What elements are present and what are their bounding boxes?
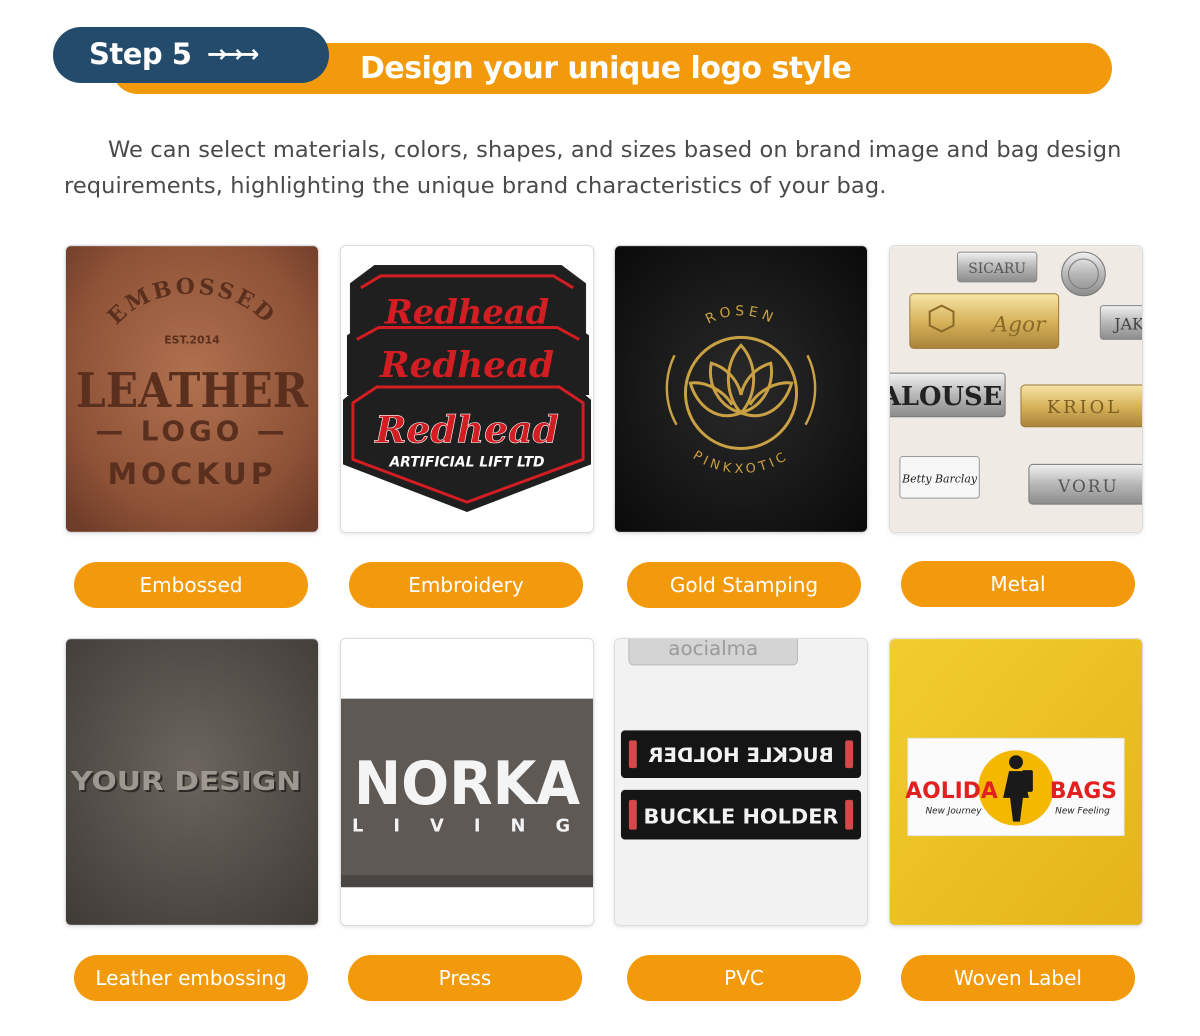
- step-title: Design your unique logo style: [360, 51, 852, 86]
- pvc-main-text: BUCKLE HOLDER: [644, 805, 839, 829]
- label-press: Press: [348, 955, 582, 1001]
- label-embossed: Embossed: [74, 562, 308, 608]
- leather-embossing-image: YOUR DESIGN YOUR DESIGN: [65, 638, 319, 926]
- metal-image: SICARU Agor JAK ALOUSE KRIOL Betty Barcl…: [889, 245, 1143, 533]
- metal-jak-text: JAK: [1112, 314, 1142, 333]
- metal-alouse-text: ALOUSE: [890, 382, 1002, 412]
- woven-sub1-text: New Journey: [925, 807, 982, 817]
- woven-right-text: BAGS: [1050, 779, 1117, 804]
- pvc-mirror-text: BUCKLE HOLDER: [648, 744, 834, 767]
- woven-label-image: AOLIDA BAGS New Journey New Feeling: [889, 638, 1143, 926]
- label-metal: Metal: [901, 561, 1135, 607]
- pvc-image: aocialma BUCKLE HOLDER BUCKLE HOLDER: [614, 638, 868, 926]
- intro-text: We can select materials, colors, shapes,…: [64, 137, 1122, 199]
- embossed-leather-text: LEATHER: [76, 363, 309, 419]
- step-badge: Step 5 →→→: [53, 27, 329, 83]
- metal-voru-text: VORU: [1057, 476, 1119, 496]
- embroidery-brand-3: Redhead: [374, 408, 559, 452]
- embroidery-sub-text: ARTIFICIAL LIFT LTD: [388, 454, 544, 470]
- arrows-icon: →→→: [207, 40, 259, 68]
- embroidery-image: Redhead Redhead Redhead ARTIFICIAL LIFT …: [340, 245, 594, 533]
- label-leather-embossing: Leather embossing: [74, 955, 308, 1001]
- embroidery-brand-1: Redhead: [384, 292, 549, 332]
- metal-kriol-text: KRIOL: [1047, 397, 1122, 418]
- metal-sicaru-text: SICARU: [968, 261, 1026, 277]
- embossed-est-text: EST.2014: [164, 333, 220, 346]
- press-image: NORKA L I V I N G: [340, 638, 594, 926]
- pvc-top-text: aocialma: [668, 639, 758, 660]
- metal-betty-text: Betty Barclay: [901, 472, 978, 485]
- embroidery-brand-2: Redhead: [379, 344, 554, 386]
- label-embroidery: Embroidery: [349, 562, 583, 608]
- woven-sub2-text: New Feeling: [1055, 807, 1110, 817]
- embossed-mockup-text: MOCKUP: [107, 457, 276, 492]
- step-number: Step 5: [89, 37, 192, 71]
- press-brand-text: NORKA: [354, 750, 580, 819]
- label-woven-label: Woven Label: [901, 955, 1135, 1001]
- press-sub-text: L I V I N G: [352, 816, 582, 837]
- embossed-logo-text: — LOGO —: [95, 415, 288, 448]
- gold-stamping-image: ROSEN PINKXOTIC: [614, 245, 868, 533]
- leather-embossing-text: YOUR DESIGN: [70, 767, 301, 797]
- label-gold-stamping: Gold Stamping: [627, 562, 861, 608]
- label-pvc: PVC: [627, 955, 861, 1001]
- woven-left-text: AOLIDA: [905, 779, 998, 804]
- embossed-image: EMBOSSED EST.2014 LEATHER — LOGO — MOCKU…: [65, 245, 319, 533]
- metal-agor-text: Agor: [990, 312, 1047, 337]
